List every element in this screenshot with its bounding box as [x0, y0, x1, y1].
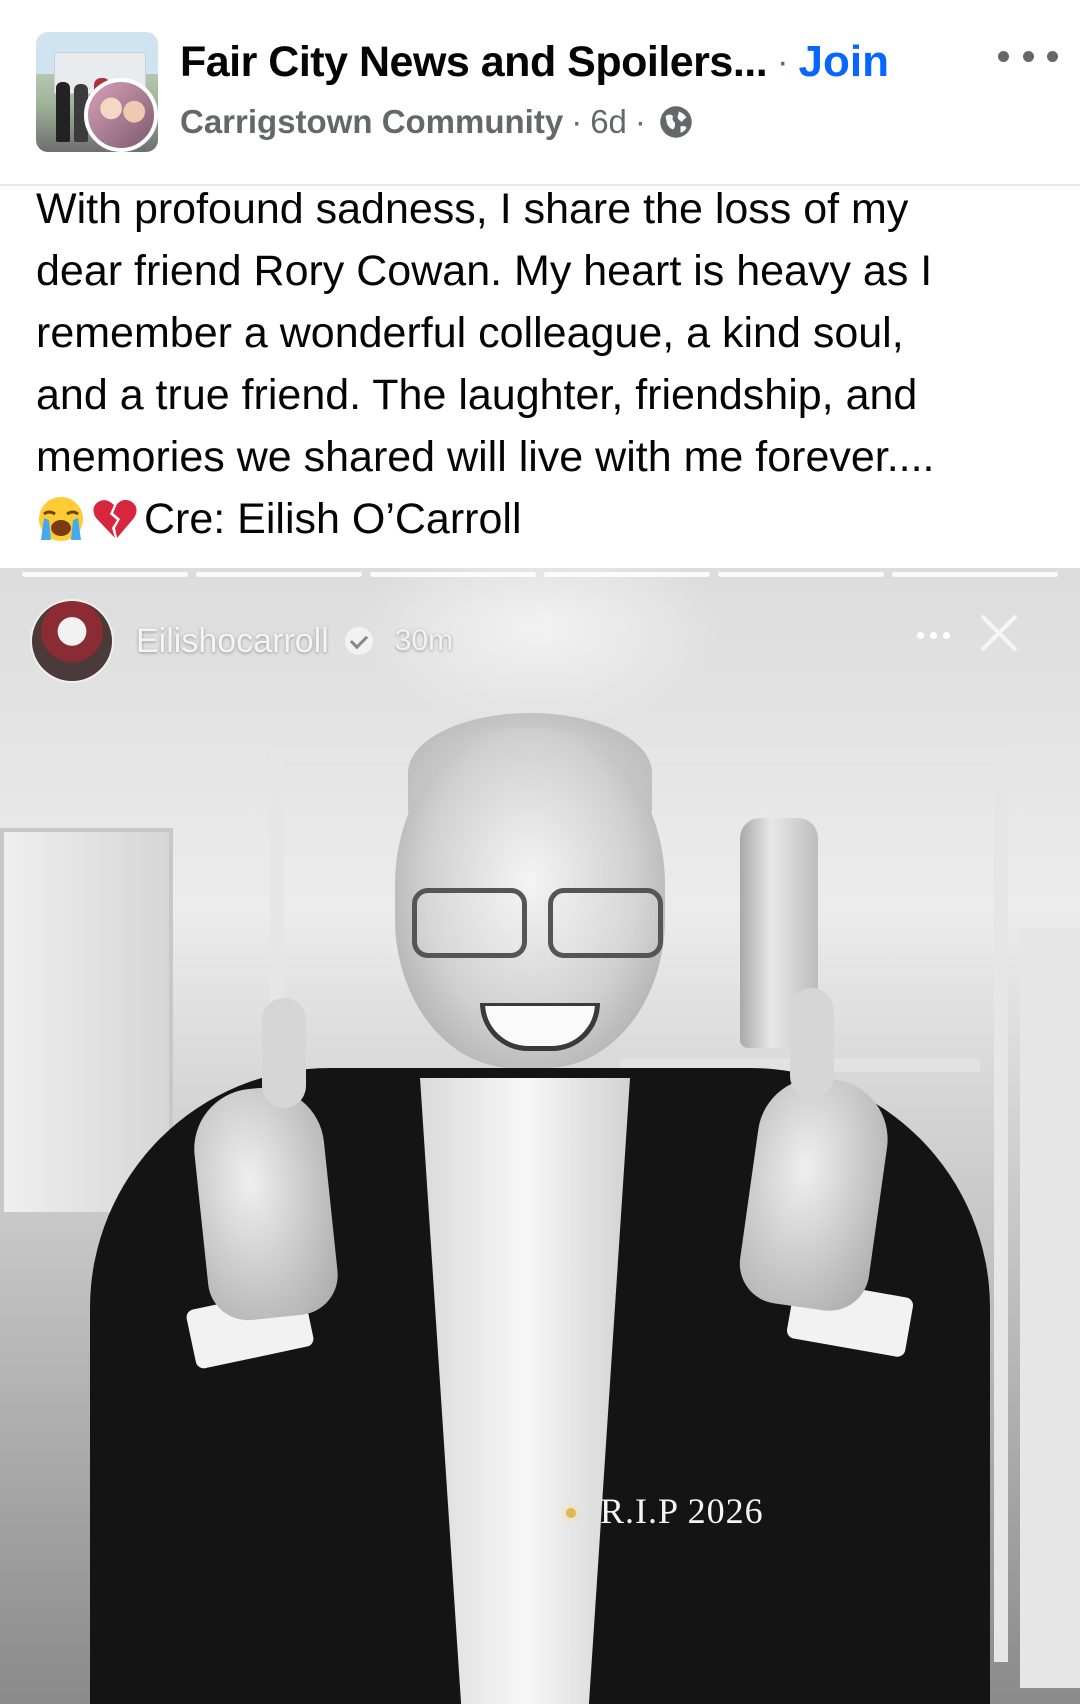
- more-options-icon[interactable]: [998, 36, 1058, 76]
- broken-heart-icon: [93, 499, 137, 538]
- post-text-line: and a true friend. The laughter, friends…: [36, 371, 918, 419]
- separator-dot: ·: [777, 42, 789, 81]
- credit-text: Cre: Eilish O’Carroll: [144, 495, 522, 543]
- credit-line: Cre: Eilish O’Carroll: [36, 488, 1056, 550]
- glasses-lens: [548, 888, 663, 958]
- post-text-line: dear friend Rory Cowan. My heart is heav…: [36, 247, 933, 295]
- sparkle-icon: [566, 1508, 576, 1518]
- post-timestamp[interactable]: 6d: [590, 103, 627, 141]
- separator-dot: ·: [571, 103, 583, 140]
- story-time: 30m: [394, 624, 454, 657]
- story-avatar: [30, 599, 114, 683]
- story-more-icon: [917, 632, 950, 639]
- group-title-row: Fair City News and Spoilers... · Join: [180, 36, 1060, 88]
- story-header: Eilishocarroll 30m: [30, 596, 453, 686]
- loudly-crying-face-icon: [39, 497, 83, 541]
- person-figure: [0, 568, 1080, 1704]
- author-name-link[interactable]: Carrigstown Community: [180, 103, 563, 141]
- rip-overlay-text: R.I.P 2026: [600, 1491, 764, 1531]
- thumb: [262, 998, 306, 1108]
- close-icon: [980, 614, 1018, 652]
- group-name-link[interactable]: Fair City News and Spoilers...: [180, 38, 768, 87]
- thumb: [790, 988, 834, 1098]
- join-button[interactable]: Join: [799, 37, 889, 87]
- post-photo[interactable]: Eilishocarroll 30m R.I.P 2026: [0, 568, 1080, 1704]
- globe-icon[interactable]: [658, 104, 694, 140]
- post-text: With profound sadness, I share the loss …: [36, 178, 1056, 550]
- glasses-lens: [412, 888, 527, 958]
- story-username: Eilishocarroll: [136, 621, 329, 660]
- post-meta: Carrigstown Community · 6d ·: [180, 100, 694, 144]
- post-header: Fair City News and Spoilers... · Join Ca…: [0, 0, 1080, 186]
- author-avatar[interactable]: [84, 78, 158, 152]
- post-text-line: With profound sadness, I share the loss …: [36, 185, 909, 233]
- verified-badge-icon: [344, 627, 373, 655]
- separator-dot: ·: [634, 103, 646, 140]
- post-text-line: memories we shared will live with me for…: [36, 433, 935, 481]
- group-photo-person: [56, 82, 70, 142]
- post-text-line: remember a wonderful colleague, a kind s…: [36, 309, 904, 357]
